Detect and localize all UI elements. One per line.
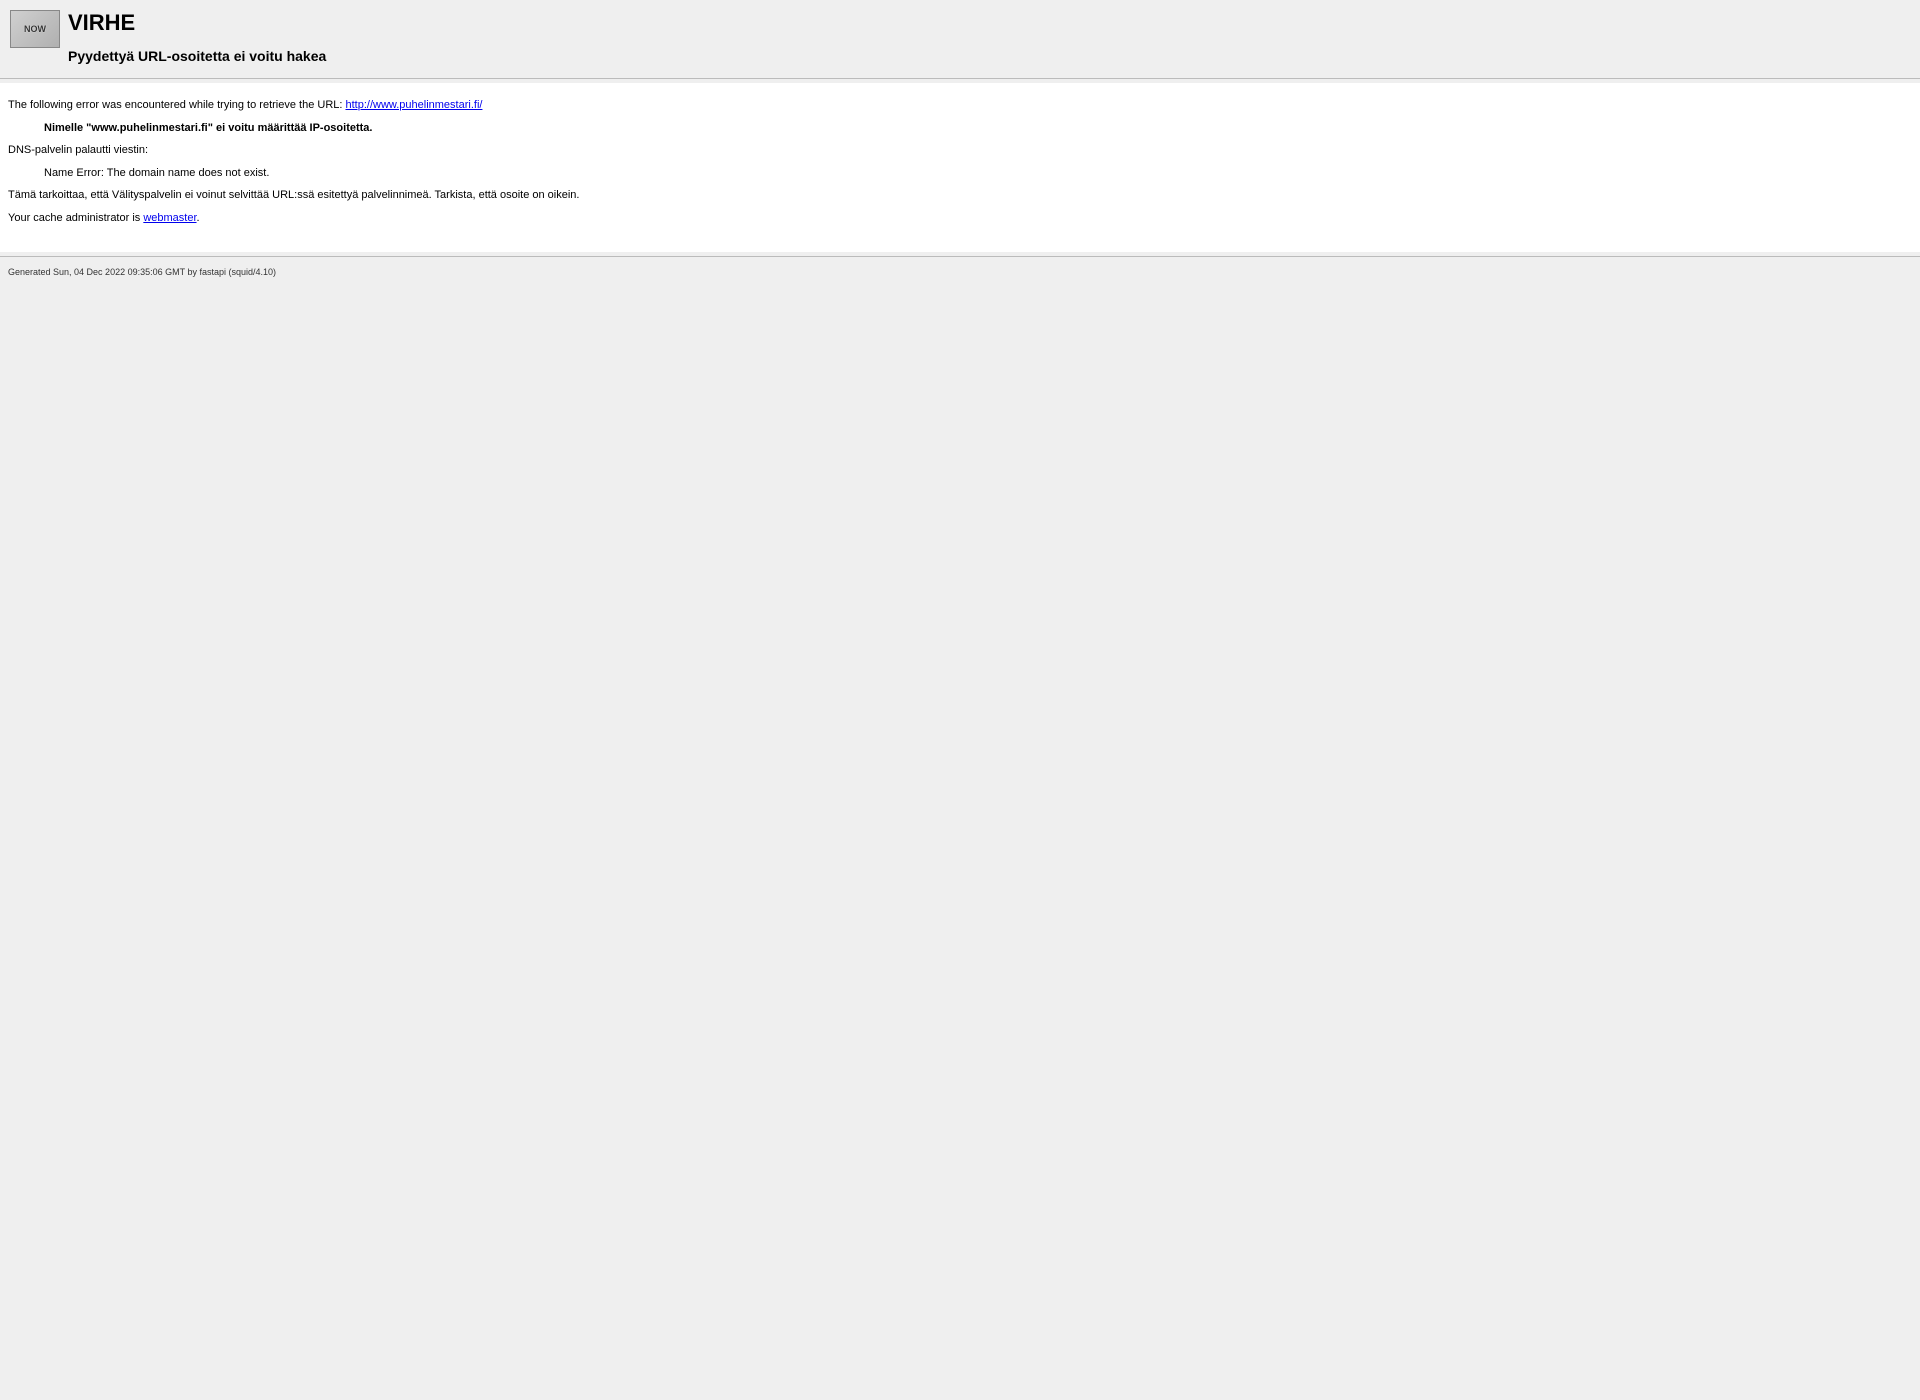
webmaster-link[interactable]: webmaster (143, 212, 196, 224)
divider-top (0, 78, 1920, 79)
squid-now-icon: NOW (10, 10, 60, 48)
header-text: VIRHE Pyydettyä URL-osoitetta ei voitu h… (68, 10, 326, 64)
admin-suffix: . (197, 212, 200, 224)
icon-label: NOW (24, 24, 46, 34)
generated-text: Generated Sun, 04 Dec 2022 09:35:06 GMT … (8, 267, 276, 277)
error-block: Nimelle "www.puhelinmestari.fi" ei voitu… (44, 120, 1912, 137)
intro-text: The following error was encountered whil… (8, 99, 346, 111)
page-title: VIRHE (68, 10, 326, 36)
error-bold-text: Nimelle "www.puhelinmestari.fi" ei voitu… (44, 122, 373, 134)
dns-block: Name Error: The domain name does not exi… (44, 165, 1912, 182)
dns-error-text: Name Error: The domain name does not exi… (44, 165, 1912, 182)
header: NOW VIRHE Pyydettyä URL-osoitetta ei voi… (0, 0, 1920, 74)
intro-paragraph: The following error was encountered whil… (8, 97, 1912, 114)
page-subtitle: Pyydettyä URL-osoitetta ei voitu hakea (68, 48, 326, 64)
admin-paragraph: Your cache administrator is webmaster. (8, 210, 1912, 227)
failed-url-link[interactable]: http://www.puhelinmestari.fi/ (346, 99, 483, 111)
explanation-text: Tämä tarkoittaa, että Välityspalvelin ei… (8, 187, 1912, 204)
dns-intro: DNS-palvelin palautti viestin: (8, 142, 1912, 159)
footer: Generated Sun, 04 Dec 2022 09:35:06 GMT … (0, 261, 1920, 283)
content-area: The following error was encountered whil… (0, 83, 1920, 252)
admin-text: Your cache administrator is (8, 212, 143, 224)
error-message: Nimelle "www.puhelinmestari.fi" ei voitu… (44, 120, 1912, 137)
divider-bottom (0, 256, 1920, 257)
